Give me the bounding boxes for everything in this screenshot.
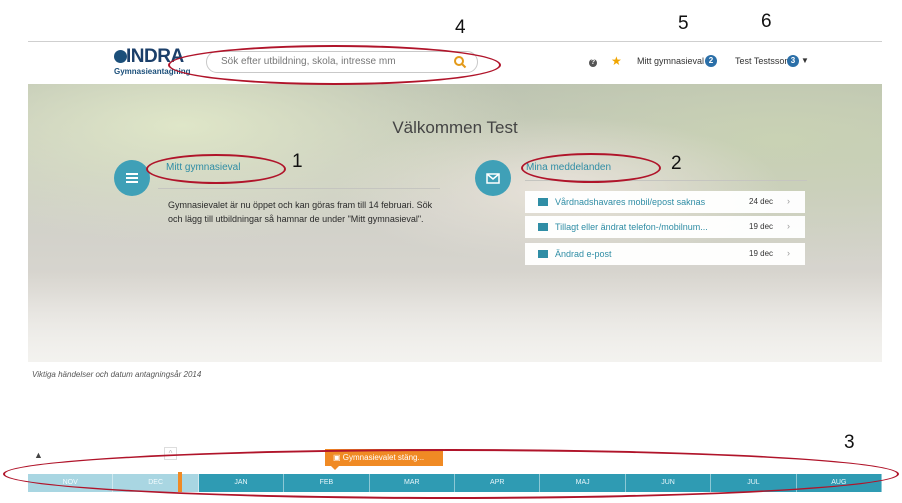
timeline-month[interactable]: JUN xyxy=(626,474,712,492)
timeline-month[interactable]: FEB xyxy=(284,474,370,492)
timeline-event-tag[interactable]: ▣ Gymnasievalet stäng... xyxy=(325,449,443,470)
messages-icon[interactable] xyxy=(475,160,511,196)
timeline-today-marker xyxy=(178,472,182,492)
timeline-bar[interactable]: NOV DEC JAN FEB MAR APR MAJ JUN JUL AUG xyxy=(28,474,883,492)
annotation-number-3: 3 xyxy=(844,432,855,453)
user-menu[interactable]: Test Testsson xyxy=(735,56,789,66)
timeline-caption: Viktiga händelser och datum antagningsår… xyxy=(32,370,202,379)
timeline-month[interactable]: JAN xyxy=(199,474,285,492)
chevron-down-icon[interactable]: ▼ xyxy=(801,56,809,65)
menu-icon[interactable] xyxy=(114,160,150,196)
section-divider xyxy=(525,180,807,181)
chevron-right-icon: › xyxy=(787,248,790,258)
mitt-gymnasieval-label: Mitt gymnasieval xyxy=(637,56,705,66)
mitt-gymnasieval-link[interactable]: Mitt gymnasieval xyxy=(637,56,704,66)
message-date: 19 dec xyxy=(749,222,774,231)
section-divider xyxy=(158,188,440,189)
list-icon xyxy=(126,173,138,183)
mitt-gymnasieval-text: Gymnasievalet är nu öppet och kan göras … xyxy=(168,200,433,224)
envelope-icon xyxy=(486,173,500,184)
mitt-gymnasieval-title[interactable]: Mitt gymnasieval xyxy=(166,162,240,173)
message-item[interactable]: Ändrad e-post 19 dec › xyxy=(525,243,805,265)
annotation-number-1: 1 xyxy=(292,151,303,172)
calendar-icon: ▣ xyxy=(333,453,343,462)
message-text: Tillagt eller ändrat telefon-/mobilnum..… xyxy=(555,222,708,232)
search-input[interactable]: Sök efter utbildning, skola, intresse mm xyxy=(206,51,478,73)
logo-text: INDRA xyxy=(126,46,184,67)
timeline-event-label: Gymnasievalet stäng... xyxy=(342,453,425,462)
chevron-right-icon: › xyxy=(787,221,790,231)
mina-meddelanden-title[interactable]: Mina meddelanden xyxy=(526,162,611,173)
hero-fade xyxy=(28,272,882,362)
annotation-number-6: 6 xyxy=(761,11,772,32)
star-icon[interactable]: ★ xyxy=(611,54,622,68)
logo-subtitle: Gymnasieantagning xyxy=(114,67,191,76)
message-item[interactable]: Vårdnadshavares mobil/epost saknas 24 de… xyxy=(525,191,805,213)
top-header: INDRA Gymnasieantagning Sök efter utbild… xyxy=(28,42,882,84)
annotation-number-2: 2 xyxy=(671,153,682,174)
search-placeholder: Sök efter utbildning, skola, intresse mm xyxy=(221,56,396,67)
timeline-month[interactable]: APR xyxy=(455,474,541,492)
user-name: Test Testsson xyxy=(735,56,790,66)
welcome-heading: Välkommen Test xyxy=(392,118,518,137)
chevron-right-icon: › xyxy=(787,196,790,206)
timeline-month[interactable]: NOV xyxy=(28,474,114,492)
timeline-month[interactable]: AUG xyxy=(797,474,883,492)
timeline-month[interactable]: MAR xyxy=(370,474,456,492)
message-text: Ändrad e-post xyxy=(555,249,612,259)
annotation-number-5: 5 xyxy=(678,13,689,34)
message-text: Vårdnadshavares mobil/epost saknas xyxy=(555,197,706,207)
search-icon[interactable] xyxy=(453,55,467,69)
annotation-number-4: 4 xyxy=(455,17,466,38)
help-icon[interactable]: ? xyxy=(589,59,597,67)
hero-section: Välkommen Test Mitt gymnasieval Gymnasie… xyxy=(28,84,882,362)
mitt-gymnasieval-badge: 2 xyxy=(705,55,717,67)
envelope-icon xyxy=(538,250,548,258)
message-date: 24 dec xyxy=(749,197,774,206)
expand-icon[interactable]: ^ xyxy=(164,447,177,460)
indra-logo[interactable]: INDRA Gymnasieantagning xyxy=(114,46,206,79)
envelope-icon xyxy=(538,198,548,206)
timeline-month[interactable]: JUL xyxy=(711,474,797,492)
envelope-icon xyxy=(538,223,548,231)
timeline-month[interactable]: DEC xyxy=(113,474,199,492)
bell-icon[interactable]: ▲ xyxy=(34,450,43,460)
timeline-month[interactable]: MAJ xyxy=(540,474,626,492)
message-item[interactable]: Tillagt eller ändrat telefon-/mobilnum..… xyxy=(525,216,805,238)
message-date: 19 dec xyxy=(749,249,774,258)
user-notification-badge: 3 xyxy=(787,55,799,67)
